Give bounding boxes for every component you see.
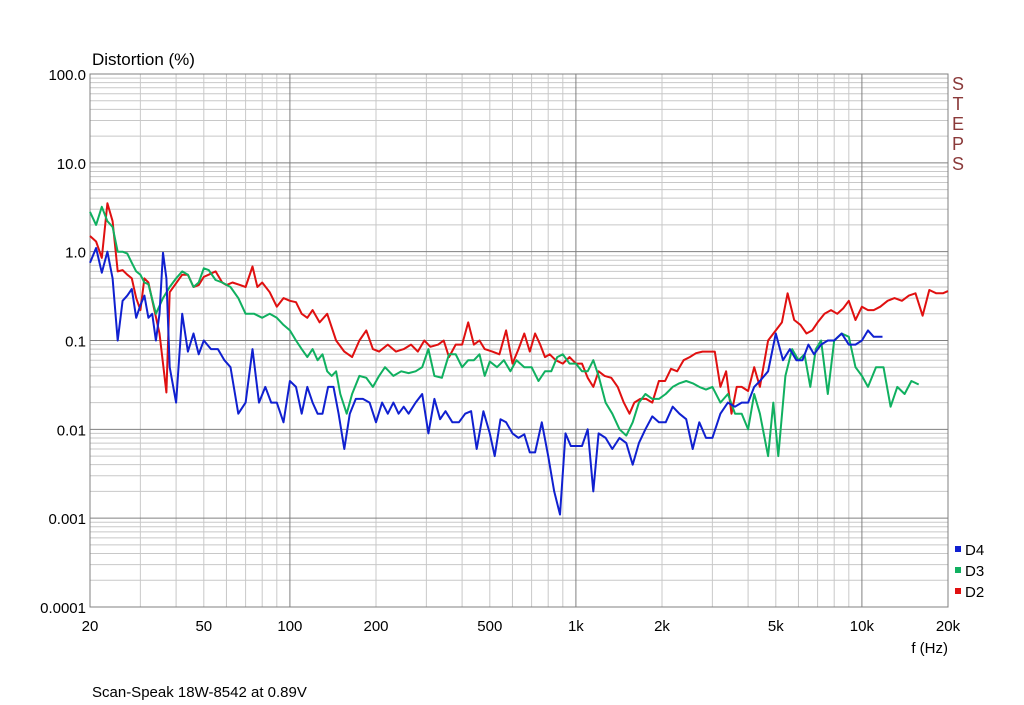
x-tick-label: 50 xyxy=(195,618,212,635)
legend-swatch-d3 xyxy=(955,567,961,573)
x-axis-label: f (Hz) xyxy=(911,640,948,657)
watermark-letter: S xyxy=(952,74,964,94)
y-tick-label: 100.0 xyxy=(48,67,86,84)
x-tick-label: 2k xyxy=(654,618,670,635)
steps-watermark: STEPS xyxy=(952,74,964,174)
y-tick-label: 0.001 xyxy=(48,511,86,528)
distortion-chart: 20 50 100 200 500 1k 2k 5k 10k 20k 100.0 10.0 1.0 0.… xyxy=(0,0,1024,705)
y-tick-label: 0.0001 xyxy=(40,600,86,617)
y-tick-label: 0.1 xyxy=(65,334,86,351)
footer-caption: Scan-Speak 18W-8542 at 0.89V xyxy=(92,684,307,701)
watermark-letter: P xyxy=(952,134,964,154)
y-tick-label: 0.01 xyxy=(57,422,86,439)
x-tick-label: 20k xyxy=(936,618,961,635)
x-tick-label: 10k xyxy=(850,618,875,635)
legend-label-d3: D3 xyxy=(965,563,984,580)
x-tick-label: 20 xyxy=(82,618,99,635)
legend-label-d4: D4 xyxy=(965,542,984,559)
watermark-letter: E xyxy=(952,114,964,134)
watermark-letter: T xyxy=(953,94,964,114)
legend: D4 D3 D2 xyxy=(955,542,984,601)
x-tick-label: 100 xyxy=(277,618,302,635)
y-tick-label: 10.0 xyxy=(57,156,86,173)
legend-swatch-d2 xyxy=(955,588,961,594)
y-axis-label: Distortion (%) xyxy=(92,50,195,69)
x-tick-label: 500 xyxy=(477,618,502,635)
x-tick-label: 200 xyxy=(363,618,388,635)
x-tick-label: 5k xyxy=(768,618,784,635)
legend-swatch-d4 xyxy=(955,546,961,552)
x-tick-label: 1k xyxy=(568,618,584,635)
legend-label-d2: D2 xyxy=(965,584,984,601)
watermark-letter: S xyxy=(952,154,964,174)
y-tick-label: 1.0 xyxy=(65,245,86,262)
